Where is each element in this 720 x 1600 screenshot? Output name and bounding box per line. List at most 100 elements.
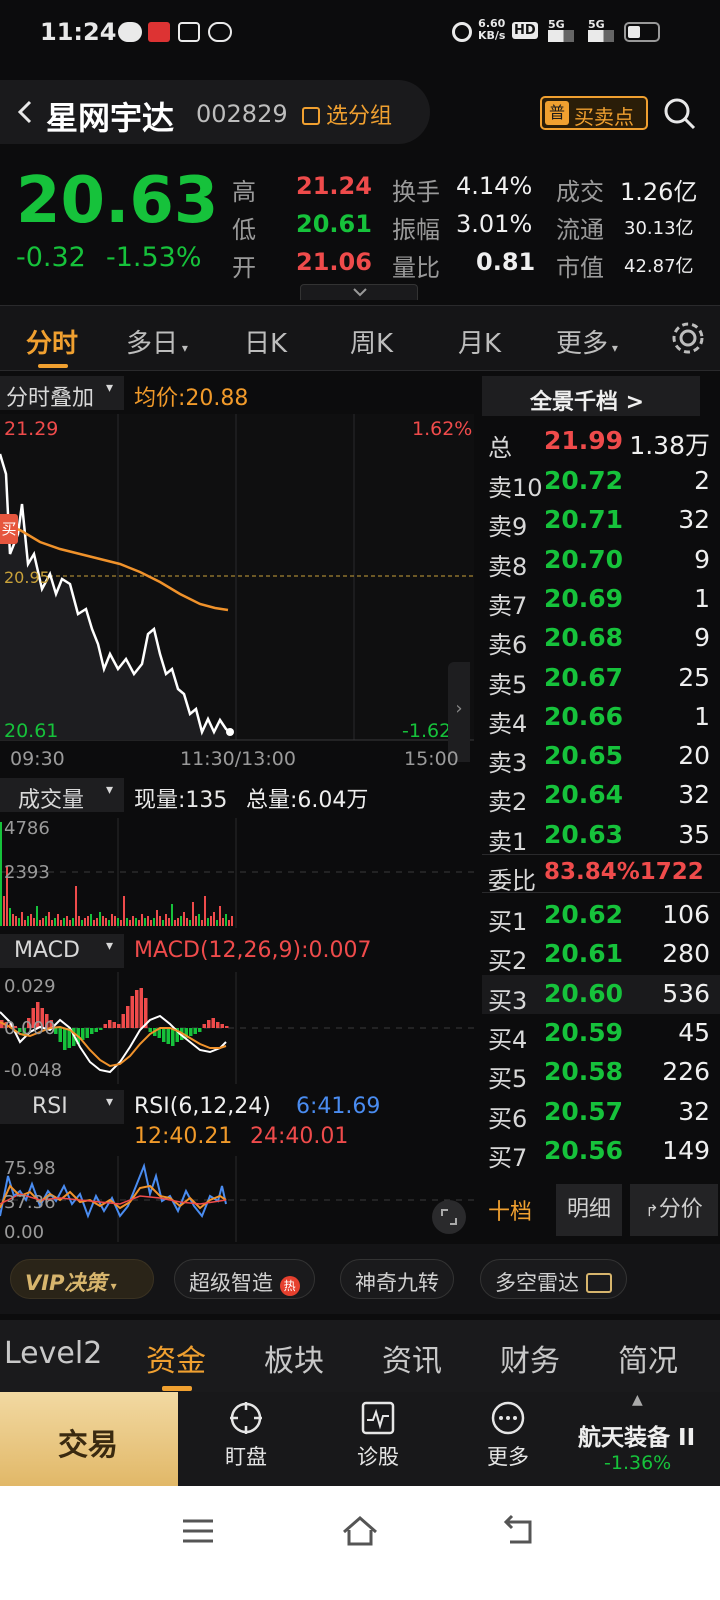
ask-row[interactable]: 卖8 20.70 9: [482, 541, 720, 581]
caret-down-icon: ▾: [178, 341, 188, 355]
ratio-value: 83.84%1722: [544, 859, 704, 885]
ask-price: 20.70: [544, 544, 624, 574]
vip-decision-button[interactable]: VIP决策 ▾: [10, 1259, 154, 1299]
bid-level-label: 买5: [488, 1065, 528, 1094]
volume-bar: [222, 918, 224, 926]
bid-price: 20.59: [544, 1017, 624, 1047]
ask-row[interactable]: 卖4 20.66 1: [482, 698, 720, 738]
macd-bar: [193, 1028, 197, 1034]
super-smart-button[interactable]: 超级智造 热: [174, 1259, 315, 1299]
sector-quote-button[interactable]: ▲ 航天装备 II -1.36%: [574, 1392, 720, 1486]
tab-daily-k[interactable]: 日K: [244, 323, 287, 360]
bid-row[interactable]: 买3 20.60 536: [482, 974, 720, 1015]
trade-button[interactable]: 交易: [0, 1392, 178, 1486]
tab-detail[interactable]: 明细: [556, 1184, 622, 1236]
magic-nine-button[interactable]: 神奇九转: [340, 1259, 454, 1299]
add-group-button[interactable]: 选分组: [302, 98, 392, 130]
ask-row[interactable]: 卖9 20.71 32: [482, 501, 720, 541]
ask-row[interactable]: 卖5 20.67 25: [482, 659, 720, 699]
search-icon[interactable]: [662, 96, 698, 132]
ask-row[interactable]: 卖3 20.65 20: [482, 737, 720, 777]
macd-selector[interactable]: MACD ▾: [0, 934, 124, 968]
tab-capital[interactable]: 资金: [146, 1336, 206, 1380]
x-axis-mid: 11:30/13:00: [180, 748, 296, 770]
intraday-price-chart[interactable]: [0, 414, 474, 744]
x-axis-start: 09:30: [10, 748, 65, 770]
bid-row[interactable]: 买5 20.58 226: [482, 1053, 720, 1094]
macd-bar: [189, 1028, 193, 1036]
menu-icon[interactable]: [180, 1516, 216, 1546]
more-button[interactable]: 更多: [458, 1400, 558, 1471]
diagnose-button[interactable]: 诊股: [328, 1400, 428, 1471]
bid-row[interactable]: 买6 20.57 32: [482, 1093, 720, 1133]
bid-row[interactable]: 买2 20.61 280: [482, 935, 720, 975]
back-nav-icon[interactable]: [500, 1514, 536, 1546]
current-volume-value: 现量:135: [134, 788, 228, 813]
ask-row[interactable]: 卖10 20.72 2: [482, 462, 720, 502]
bull-bear-radar-button[interactable]: 多空雷达: [480, 1259, 627, 1299]
tab-level2[interactable]: Level2: [4, 1336, 102, 1371]
rsi24-value: 24:40.01: [250, 1124, 349, 1149]
tab-profile[interactable]: 简况: [618, 1336, 678, 1380]
ask-volume: 2: [694, 466, 710, 495]
volume-chart[interactable]: [0, 818, 474, 928]
tab-ten-levels[interactable]: 十档: [488, 1194, 532, 1226]
ask-row[interactable]: 卖2 20.64 32: [482, 776, 720, 817]
volume-bar: [72, 918, 74, 926]
ask-level-label: 卖2: [488, 788, 528, 817]
action-bar: 交易 盯盘 诊股 更多 ▲ 航天装备 II -1.36%: [0, 1392, 720, 1486]
quote-panel: 20.63 -0.32 -1.53% 高 21.24 低 20.61 开 21.…: [0, 150, 720, 300]
volume-bar: [168, 918, 170, 926]
tab-multiday[interactable]: 多日 ▾: [126, 323, 188, 360]
buy-sell-point-button[interactable]: 普 买卖点: [540, 96, 648, 130]
tab-sector[interactable]: 板块: [264, 1336, 324, 1380]
tab-more[interactable]: 更多 ▾: [556, 323, 618, 360]
active-subtab-indicator: [162, 1386, 192, 1391]
diagnose-label: 诊股: [357, 1445, 399, 1469]
tab-news[interactable]: 资讯: [382, 1336, 442, 1380]
back-icon[interactable]: [10, 96, 40, 128]
full-depth-button[interactable]: 全景千档 >: [482, 376, 700, 416]
y-axis-bottom: 20.61: [4, 720, 59, 742]
ask-volume: 1: [694, 701, 710, 731]
buy-signal-marker[interactable]: 买: [0, 514, 18, 544]
bid-row[interactable]: 买7 20.56 149: [482, 1132, 720, 1172]
bid-volume: 32: [678, 1096, 710, 1126]
volume-bar: [84, 918, 86, 926]
settings-gear-icon[interactable]: [670, 320, 706, 356]
volume-selector[interactable]: 成交量 ▾: [0, 778, 124, 813]
volume-bar: [39, 920, 41, 926]
tab-finance[interactable]: 财务: [500, 1336, 560, 1380]
tab-weekly-k[interactable]: 周K: [350, 323, 393, 360]
bid-level-label: 买6: [488, 1104, 528, 1133]
overlay-selector[interactable]: 分时叠加 ▾: [0, 376, 124, 411]
info-tabs: Level2 资金 板块 资讯 财务 简况: [0, 1320, 720, 1392]
open-label: 开: [232, 254, 256, 282]
ask-volume: 9: [694, 544, 710, 574]
ask-row[interactable]: 卖7 20.69 1: [482, 580, 720, 620]
tab-monthly-k[interactable]: 月K: [458, 323, 501, 360]
rsi-selector[interactable]: RSI ▾: [0, 1090, 124, 1124]
watch-button[interactable]: 盯盘: [196, 1400, 296, 1471]
amplitude-label: 振幅: [392, 216, 440, 244]
ask-row[interactable]: 卖6 20.68 9: [482, 619, 720, 659]
tab-intraday[interactable]: 分时: [26, 323, 78, 360]
macd-chart[interactable]: [0, 972, 474, 1084]
fullscreen-icon[interactable]: [432, 1200, 466, 1234]
bid-row[interactable]: 买1 20.62 106: [482, 896, 720, 936]
ask-row[interactable]: 卖1 20.63 35: [482, 816, 720, 856]
tab-price-split[interactable]: ↱分价: [630, 1184, 718, 1236]
ratio-row: 委比 83.84%1722: [482, 854, 720, 895]
home-icon[interactable]: [340, 1512, 380, 1548]
bid-row[interactable]: 买4 20.59 45: [482, 1014, 720, 1054]
volume-bar: [111, 914, 113, 926]
bid-price: 20.62: [544, 900, 624, 929]
turnover-value: 4.14%: [456, 172, 533, 200]
rsi-chart[interactable]: [0, 1156, 474, 1242]
expand-quote-button[interactable]: [300, 284, 418, 300]
macd-bar: [63, 1028, 67, 1050]
expand-right-icon[interactable]: ›: [448, 662, 470, 762]
link-icon: [208, 22, 232, 42]
volume-label: 成交量: [18, 788, 85, 813]
volume-bar: [54, 918, 56, 926]
